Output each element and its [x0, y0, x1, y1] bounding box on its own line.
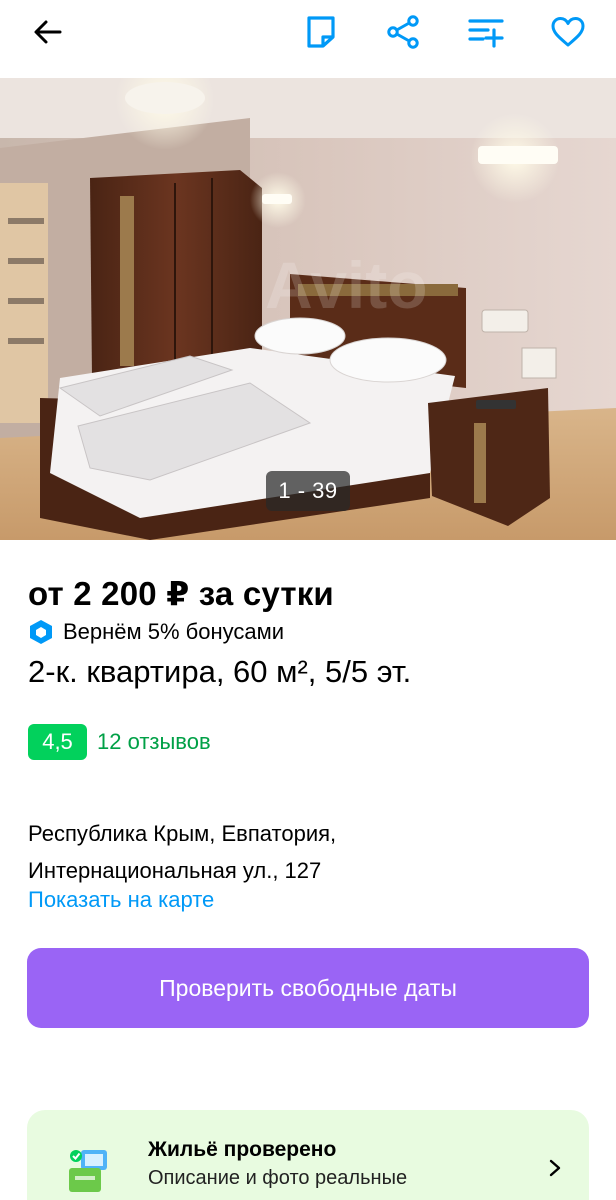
- back-button[interactable]: [26, 10, 70, 54]
- rating-badge: 4,5: [28, 724, 87, 760]
- photo-counter: 1 - 39: [266, 471, 350, 511]
- favorite-button[interactable]: [546, 10, 590, 54]
- show-on-map-link[interactable]: Показать на карте: [28, 887, 214, 913]
- bonus-text: Вернём 5% бонусами: [63, 619, 285, 644]
- bonus-hexagon-icon: [30, 620, 52, 644]
- note-icon: [307, 16, 335, 48]
- address-line-1: Республика Крым, Евпатория,: [28, 821, 337, 846]
- note-button[interactable]: [299, 10, 343, 54]
- photo-watermark: Avito: [265, 248, 428, 322]
- listing-title: 2-к. квартира, 60 м², 5/5 эт.: [28, 654, 412, 689]
- top-toolbar: [0, 0, 616, 80]
- compare-button[interactable]: [464, 10, 508, 54]
- verified-house-icon: [69, 1150, 107, 1192]
- share-button[interactable]: [381, 10, 425, 54]
- check-dates-button[interactable]: Проверить свободные даты: [27, 948, 589, 1028]
- heart-icon: [551, 17, 585, 47]
- share-icon: [387, 15, 419, 49]
- address-line-2: Интернациональная ул., 127: [28, 858, 322, 883]
- verified-subtitle: Описание и фото реальные: [148, 1167, 408, 1189]
- compare-list-icon: [468, 19, 504, 48]
- price: от 2 200 ₽ за сутки: [28, 575, 334, 612]
- verified-title: Жильё проверено: [148, 1138, 337, 1161]
- rating-row: 4,5 12 отзывов: [28, 724, 211, 760]
- address: Республика Крым, Евпатория, Интернациона…: [28, 815, 336, 889]
- chevron-right-icon: [549, 1159, 561, 1177]
- reviews-link[interactable]: 12 отзывов: [97, 729, 211, 755]
- verified-listing-card[interactable]: Жильё проверено Описание и фото реальные: [27, 1110, 589, 1200]
- arrow-left-icon: [34, 20, 62, 44]
- bonus-info: Вернём 5% бонусами: [28, 617, 284, 647]
